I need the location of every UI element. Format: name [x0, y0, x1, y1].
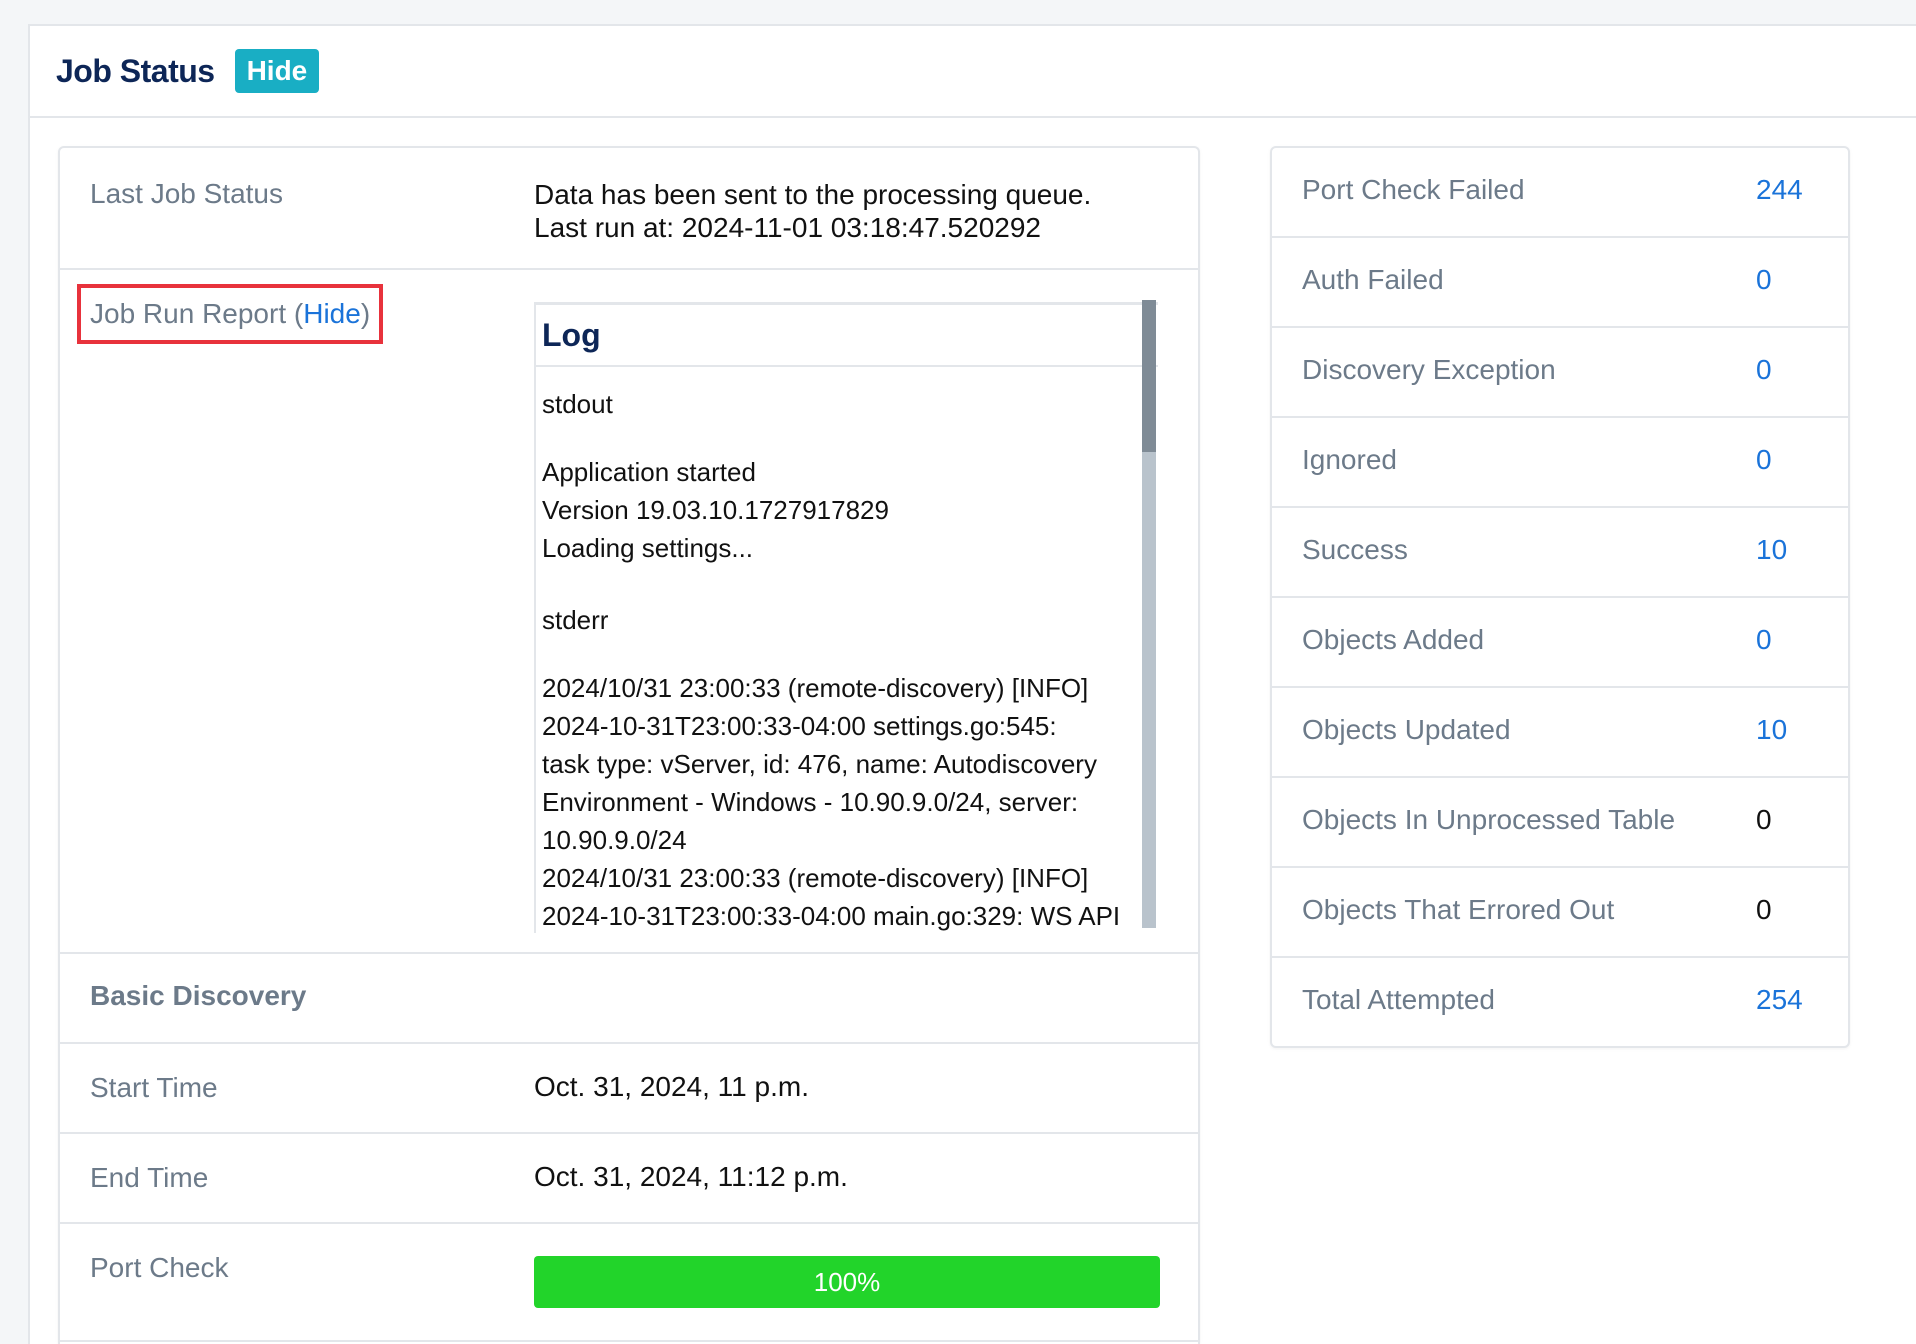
stat-row: Objects That Errored Out 0: [1272, 868, 1848, 958]
log-scrollbar[interactable]: [1142, 300, 1156, 928]
log-body: stdout Application started Version 19.03…: [536, 367, 1136, 933]
job-run-report-row: Job Run Report (Hide) Log stdout Applica…: [60, 270, 1198, 954]
stat-row: Auth Failed 0: [1272, 238, 1848, 328]
stderr-line: 2024/10/31 23:00:33 (remote-discovery) […: [542, 863, 1089, 893]
job-run-report-label: Job Run Report (Hide): [90, 298, 370, 330]
basic-discovery-row: Basic Discovery: [60, 954, 1198, 1044]
port-check-progress-text: 100%: [813, 1267, 881, 1297]
last-job-status-label: Last Job Status: [90, 178, 284, 209]
stderr-label: stderr: [542, 605, 609, 635]
last-job-status-message: Data has been sent to the processing que…: [534, 179, 1092, 210]
stderr-line: 2024-10-31T23:00:33-04:00 main.go:329: W…: [542, 901, 1121, 931]
stat-label: Auth Failed: [1302, 264, 1444, 295]
stat-label: Total Attempted: [1302, 984, 1496, 1015]
log-scroll-thumb[interactable]: [1142, 300, 1156, 452]
stat-value-link[interactable]: 244: [1756, 174, 1803, 206]
stat-label: Port Check Failed: [1302, 174, 1525, 205]
stat-value-link[interactable]: 0: [1756, 624, 1772, 656]
stat-label: Objects In Unprocessed Table: [1302, 804, 1676, 835]
job-run-report-suffix: ): [360, 298, 371, 329]
stat-value-link[interactable]: 0: [1756, 354, 1772, 386]
stat-label: Ignored: [1302, 444, 1397, 475]
discovery-stats-card: Port Check Failed 244 Auth Failed 0 Discover…: [1270, 146, 1850, 1048]
stat-value-link[interactable]: 0: [1756, 444, 1772, 476]
stat-label: Success: [1302, 534, 1408, 565]
stdout-line: Version 19.03.10.1727917829: [542, 495, 889, 525]
port-check-label: Port Check: [90, 1252, 229, 1283]
stat-row: Ignored 0: [1272, 418, 1848, 508]
stat-label: Discovery Exception: [1302, 354, 1556, 385]
end-time-row: End Time Oct. 31, 2024, 11:12 p.m.: [60, 1134, 1198, 1224]
stat-label: Objects Updated: [1302, 714, 1511, 745]
stderr-line: 10.90.9.0/24: [542, 825, 687, 855]
port-check-row: Port Check 100%: [60, 1224, 1198, 1342]
basic-discovery-heading: Basic Discovery: [90, 980, 307, 1011]
stat-row: Discovery Exception 0: [1272, 328, 1848, 418]
log-panel[interactable]: Log stdout Application started Version 1…: [534, 302, 1158, 933]
job-details-card: Last Job Status Data has been sent to th…: [58, 146, 1200, 1344]
log-title: Log: [536, 305, 1158, 367]
end-time-label: End Time: [90, 1162, 209, 1193]
start-time-value: Oct. 31, 2024, 11 p.m.: [534, 1071, 809, 1102]
stderr-line: 2024-10-31T23:00:33-04:00 settings.go:54…: [542, 711, 1057, 741]
stat-value: 0: [1756, 894, 1772, 925]
panel-header: Job Status Hide: [30, 26, 1916, 118]
stdout-label: stdout: [542, 389, 613, 419]
page-title: Job Status: [56, 52, 215, 89]
start-time-row: Start Time Oct. 31, 2024, 11 p.m.: [60, 1044, 1198, 1134]
stat-row: Objects In Unprocessed Table 0: [1272, 778, 1848, 868]
stat-row: Objects Updated 10: [1272, 688, 1848, 778]
stat-row: Port Check Failed 244: [1272, 148, 1848, 238]
job-run-report-text: Job Run Report (: [90, 298, 304, 329]
stdout-line: Loading settings...: [542, 533, 754, 563]
stderr-line: 2024/10/31 23:00:33 (remote-discovery) […: [542, 673, 1089, 703]
stat-value: 0: [1756, 804, 1772, 835]
stat-value-link[interactable]: 10: [1756, 714, 1787, 746]
port-check-progress-bar: 100%: [534, 1256, 1160, 1308]
stat-value-link[interactable]: 10: [1756, 534, 1787, 566]
stat-value-link[interactable]: 254: [1756, 984, 1803, 1016]
stat-row: Total Attempted 254: [1272, 958, 1848, 1046]
stat-row: Objects Added 0: [1272, 598, 1848, 688]
last-run-time: Last run at: 2024-11-01 03:18:47.520292: [534, 212, 1041, 243]
end-time-value: Oct. 31, 2024, 11:12 p.m.: [534, 1161, 848, 1192]
stat-label: Objects Added: [1302, 624, 1485, 655]
last-job-status-row: Last Job Status Data has been sent to th…: [60, 148, 1198, 270]
stderr-line: task type: vServer, id: 476, name: Autod…: [542, 749, 1097, 779]
hide-button[interactable]: Hide: [234, 49, 320, 93]
stderr-line: Environment - Windows - 10.90.9.0/24, se…: [542, 787, 1079, 817]
stat-label: Objects That Errored Out: [1302, 894, 1615, 925]
report-hide-link[interactable]: Hide: [303, 298, 361, 329]
stat-row: Success 10: [1272, 508, 1848, 598]
stat-value-link[interactable]: 0: [1756, 264, 1772, 296]
last-job-status-value: Data has been sent to the processing que…: [534, 178, 1091, 244]
stdout-line: Application started: [542, 457, 756, 487]
start-time-label: Start Time: [90, 1072, 218, 1103]
